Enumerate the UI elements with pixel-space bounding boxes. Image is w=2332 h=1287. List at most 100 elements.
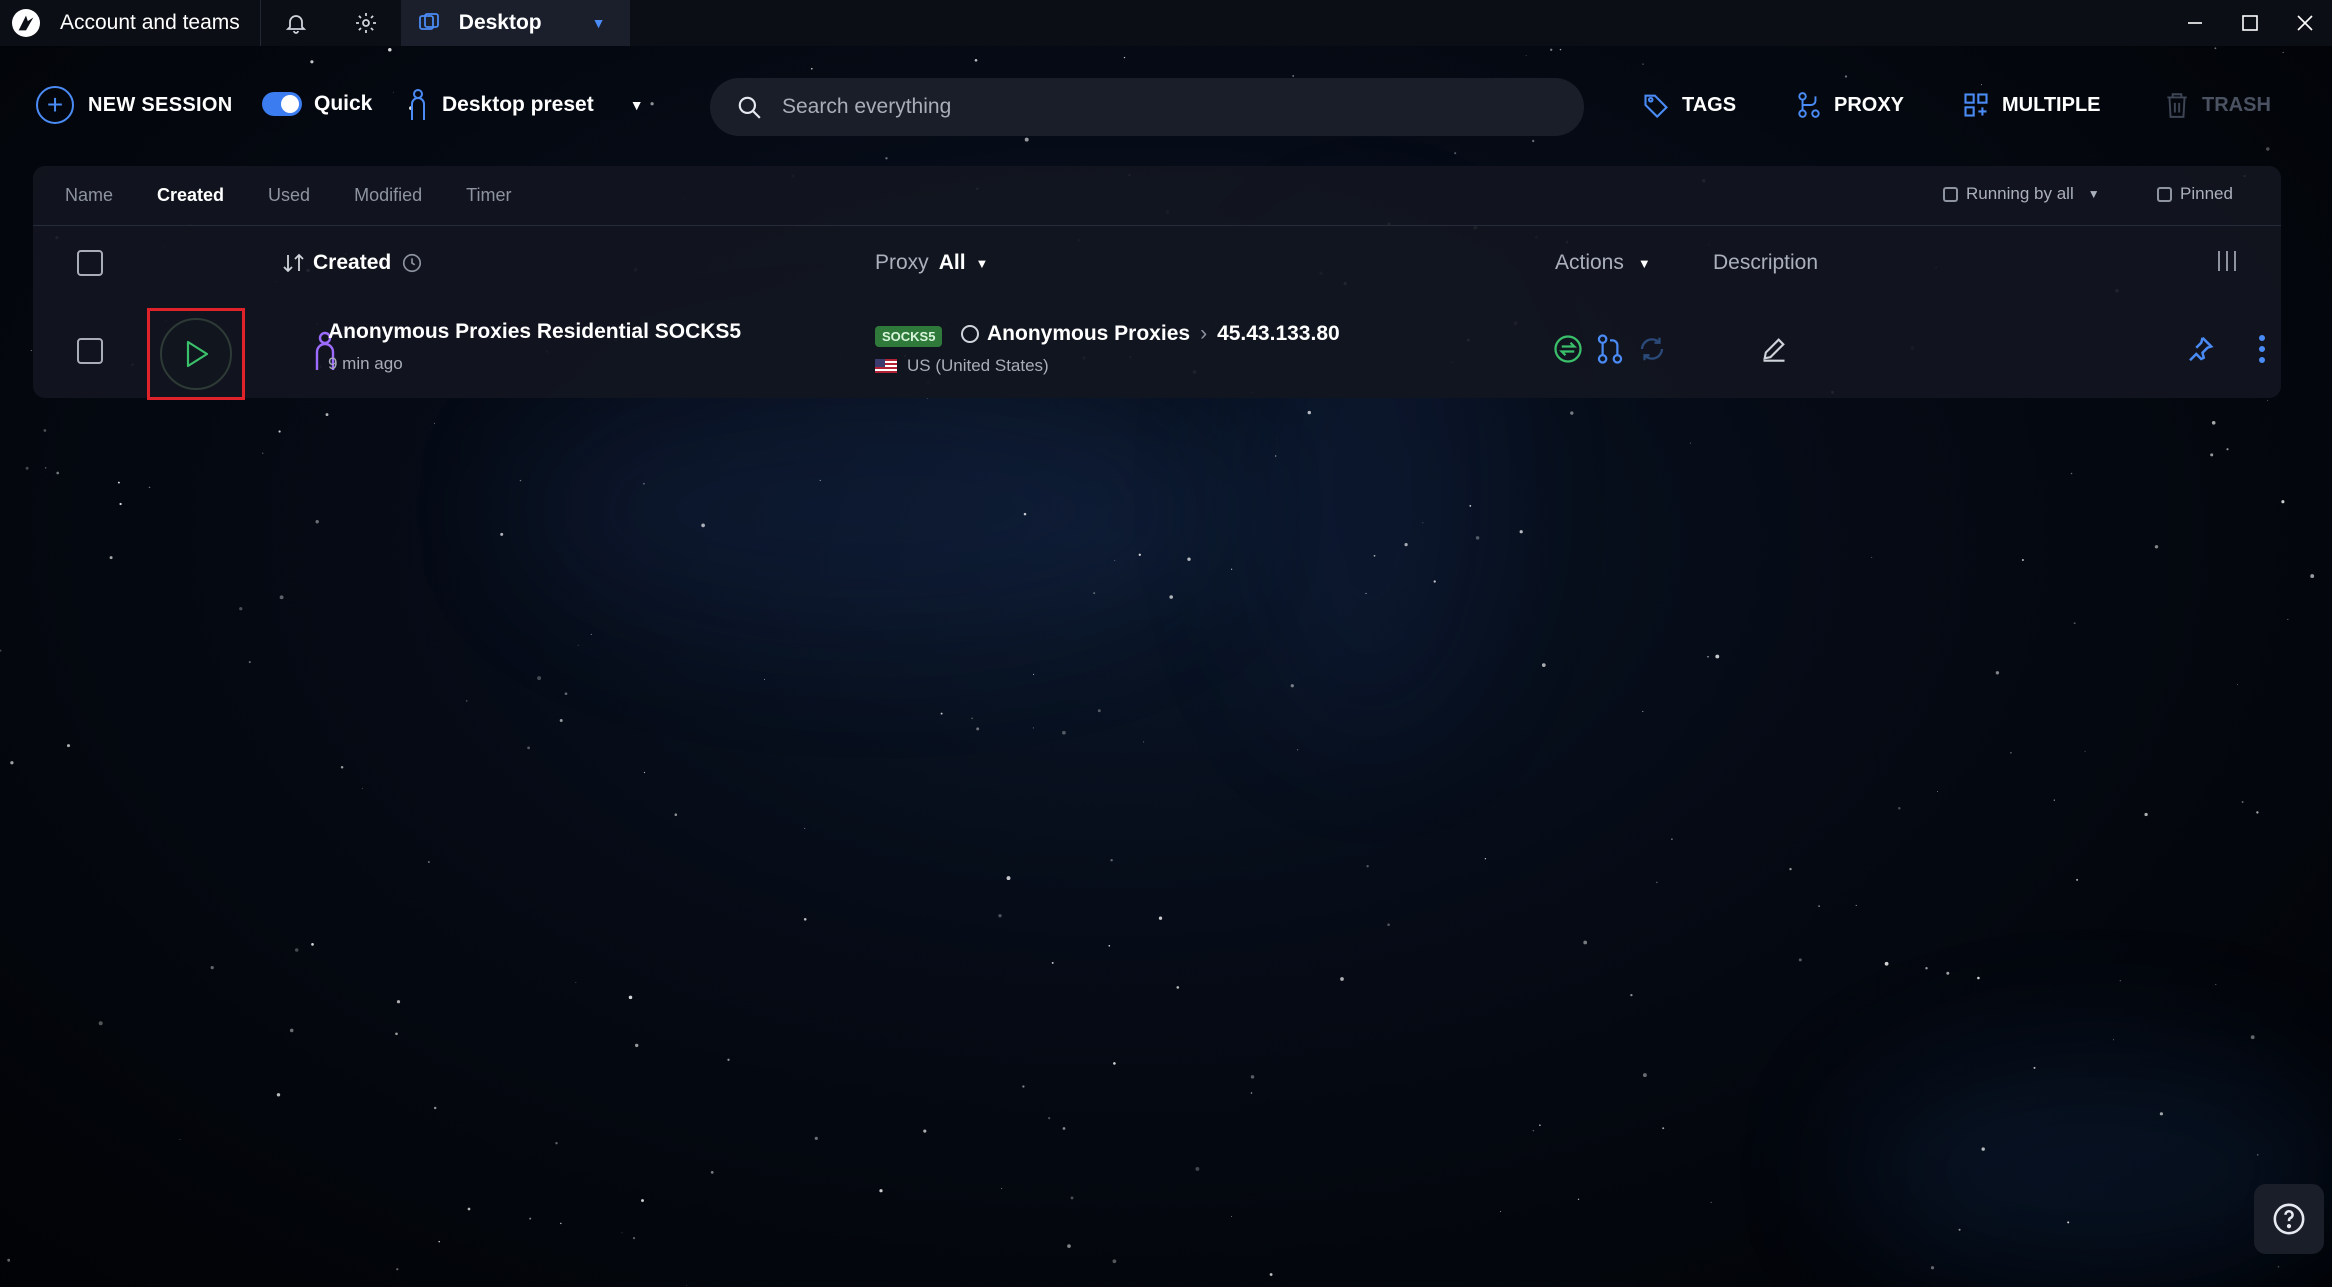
filter-tab-modified[interactable]: Modified	[354, 185, 422, 206]
play-highlight-box	[147, 308, 245, 400]
proxy-filter-header[interactable]: Proxy All ▼	[875, 251, 988, 275]
minimize-button[interactable]	[2167, 0, 2222, 46]
start-session-button[interactable]	[160, 318, 232, 390]
star	[1937, 791, 1938, 793]
maximize-button[interactable]	[2222, 0, 2277, 46]
star	[1855, 904, 1857, 906]
toggle-switch[interactable]	[262, 92, 302, 116]
star	[2033, 1066, 2036, 1069]
select-all-checkbox[interactable]	[77, 250, 103, 276]
bell-icon	[285, 15, 306, 34]
actions-header[interactable]: Actions ▼	[1555, 251, 1651, 275]
star	[2144, 812, 2148, 817]
star	[1559, 48, 1562, 51]
notifications-button[interactable]	[261, 0, 331, 46]
star	[25, 466, 29, 470]
pinned-checkbox[interactable]	[2157, 186, 2172, 202]
created-sort-header[interactable]: Created	[281, 251, 423, 275]
proxy-route-icon	[1597, 334, 1623, 364]
refresh-button[interactable]	[1635, 332, 1669, 366]
star	[210, 966, 214, 970]
pin-button[interactable]	[2183, 332, 2217, 366]
running-by-all-filter[interactable]: Running by all ▼	[1943, 184, 2100, 204]
star	[1032, 727, 1034, 729]
star	[1656, 881, 1658, 883]
star	[315, 520, 319, 524]
plus-icon: +	[36, 86, 74, 124]
trash-button[interactable]: TRASH	[2164, 86, 2271, 124]
star	[641, 1199, 644, 1202]
star	[1710, 1201, 1712, 1203]
running-by-all-label: Running by all	[1966, 184, 2074, 203]
pinned-label: Pinned	[2180, 184, 2233, 203]
columns-icon	[2218, 250, 2236, 271]
star	[438, 1240, 440, 1243]
star	[1108, 944, 1111, 947]
chevron-down-icon[interactable]: ▼	[2088, 187, 2100, 201]
star	[2084, 750, 2086, 752]
star	[1275, 455, 1277, 457]
star	[804, 827, 806, 829]
star	[1051, 961, 1054, 964]
star	[1930, 1266, 1935, 1270]
star	[1062, 730, 1066, 735]
new-session-button[interactable]: + NEW SESSION	[36, 86, 232, 124]
star	[1114, 560, 1116, 562]
tab-desktop[interactable]: Desktop ▼	[400, 0, 630, 46]
help-button[interactable]	[2254, 1184, 2324, 1254]
proxy-info[interactable]: Anonymous Proxies › 45.43.133.80	[961, 322, 1340, 346]
filter-tab-created[interactable]: Created	[157, 185, 224, 206]
filter-tab-name[interactable]: Name	[65, 185, 113, 206]
session-name[interactable]: Anonymous Proxies Residential SOCKS5	[328, 320, 741, 344]
star	[239, 607, 243, 611]
star	[2281, 500, 2285, 504]
play-icon	[186, 340, 209, 368]
tags-button[interactable]: TAGS	[1642, 86, 1736, 124]
pinned-filter[interactable]: Pinned	[2157, 184, 2233, 204]
star	[1230, 1215, 1233, 1217]
star	[1195, 1166, 1200, 1171]
close-button[interactable]	[2277, 0, 2332, 46]
description-header: Description	[1713, 251, 1819, 274]
filter-tab-used[interactable]: Used	[268, 185, 310, 206]
quick-toggle[interactable]: Quick	[262, 92, 372, 116]
search-bar[interactable]	[710, 78, 1584, 136]
row-checkbox[interactable]	[77, 338, 103, 364]
star	[395, 1032, 398, 1036]
chevron-down-icon[interactable]: ▼	[1638, 256, 1651, 271]
star	[1048, 1116, 1051, 1120]
star	[7, 1258, 11, 1262]
table-header: Created Proxy All ▼ Actions ▼ Descriptio…	[33, 228, 2281, 298]
chevron-down-icon[interactable]: ▼	[976, 256, 989, 271]
table-row[interactable]: Anonymous Proxies Residential SOCKS5 9 m…	[33, 300, 2281, 400]
edit-description-button[interactable]	[1757, 332, 1791, 366]
running-by-all-checkbox[interactable]	[1943, 186, 1958, 202]
chevron-down-icon[interactable]: ▼	[592, 15, 606, 31]
clock-icon	[403, 253, 422, 273]
account-and-teams-title[interactable]: Account and teams	[60, 11, 240, 35]
star	[2277, 1265, 2280, 1268]
tab-desktop-label: Desktop	[458, 11, 542, 34]
star	[1499, 1210, 1502, 1213]
star	[1404, 542, 1408, 547]
more-options-button[interactable]	[2245, 332, 2279, 366]
desktop-preset-dropdown[interactable]: Desktop preset ▼	[408, 86, 644, 124]
star	[1469, 505, 1472, 507]
columns-button[interactable]	[2215, 248, 2239, 279]
multiple-button[interactable]: MULTIPLE	[1962, 86, 2101, 124]
star	[2226, 448, 2229, 451]
settings-button[interactable]	[331, 0, 401, 46]
grid-add-icon	[1964, 93, 1988, 117]
search-input[interactable]	[782, 95, 1542, 119]
chevron-down-icon[interactable]: ▼	[630, 97, 644, 113]
sessions-panel: Name Created Used Modified Timer Running…	[33, 166, 2281, 400]
star	[1715, 654, 1720, 659]
star	[1000, 1187, 1003, 1190]
filter-tab-timer[interactable]: Timer	[466, 185, 511, 206]
proxy-change-button[interactable]	[1593, 332, 1627, 366]
rotate-proxy-button[interactable]	[1551, 332, 1585, 366]
star	[814, 1136, 818, 1140]
star	[564, 692, 568, 696]
proxy-button[interactable]: PROXY	[1796, 86, 1904, 124]
star	[2159, 1112, 2163, 1116]
